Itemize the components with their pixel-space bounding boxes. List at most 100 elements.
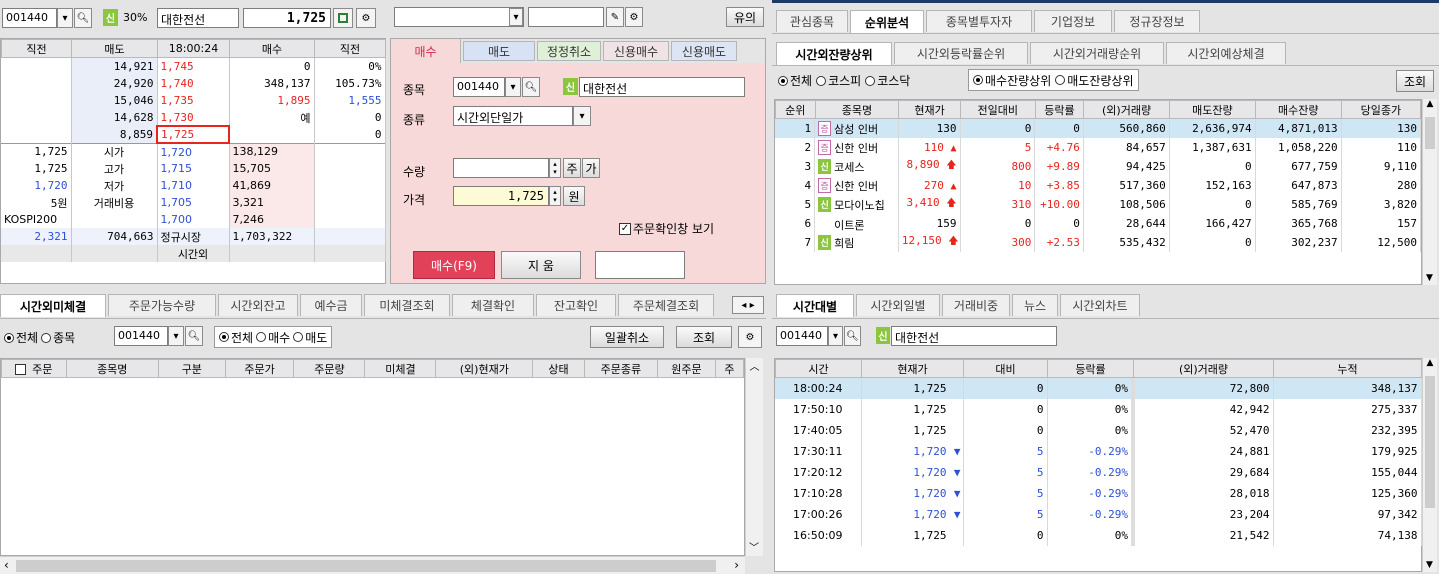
ranking-query-button[interactable]: 조회 bbox=[1396, 70, 1434, 92]
tab-unfilled-4[interactable]: 미체결조회 bbox=[364, 294, 450, 316]
timeline-row[interactable]: 17:10:28 1,720 ▼ 5 -0.29% 28,018 125,360 bbox=[775, 483, 1422, 504]
dropdown-arrow-icon[interactable]: ▾ bbox=[505, 77, 521, 97]
password-input[interactable] bbox=[528, 7, 604, 27]
unfilled-side-filter[interactable]: 전체 매수 매도 bbox=[214, 326, 333, 348]
radio-icon[interactable] bbox=[778, 75, 788, 86]
ranking-row[interactable]: 6 이트론 159 0 0 28,644 166,427 365,768 157 bbox=[775, 214, 1422, 233]
tab-unfilled-1[interactable]: 주문가능수량 bbox=[108, 294, 216, 316]
timeline-row[interactable]: 17:40:05 1,725 0 0% 52,470 232,395 bbox=[775, 420, 1422, 441]
ranking-col-7[interactable]: 매수잔량 bbox=[1254, 100, 1342, 119]
timeline-col-3[interactable]: 등락률 bbox=[1047, 359, 1134, 378]
unfilled-col-4[interactable]: 주문량 bbox=[293, 359, 366, 378]
tab-unfilled-3[interactable]: 예수금 bbox=[300, 294, 362, 316]
ranking-col-8[interactable]: 당일종가 bbox=[1340, 100, 1422, 119]
ranking-col-1[interactable]: 종목명 bbox=[814, 100, 900, 119]
unfilled-col-10[interactable]: 주 bbox=[714, 359, 745, 378]
tab-unfilled-2[interactable]: 시간외잔고 bbox=[218, 294, 298, 316]
ranking-scrollbar[interactable]: ▲ ▼ bbox=[1422, 99, 1437, 285]
select-all-checkbox[interactable] bbox=[15, 364, 27, 375]
radio-icon[interactable] bbox=[865, 75, 876, 86]
cancel-all-button[interactable]: 일괄취소 bbox=[590, 326, 664, 348]
gear-icon[interactable]: ⚙ bbox=[625, 7, 643, 27]
ranking-row[interactable]: 3 신 코세스 8,890 🡅 800 +9.89 94,425 0 677,759 9,110 bbox=[775, 157, 1422, 176]
dropdown-arrow-icon[interactable]: ▾ bbox=[168, 326, 184, 346]
radio-icon[interactable] bbox=[293, 332, 304, 342]
radio-icon[interactable] bbox=[973, 75, 983, 85]
ranking-row[interactable]: 2 증 신한 인버 110 ▲ 5 +4.76 84,657 1,387,631 1,058,2… bbox=[775, 138, 1422, 157]
ranking-col-0[interactable]: 순위 bbox=[775, 100, 816, 119]
unfilled-filter[interactable]: 전체 종목 bbox=[4, 329, 75, 346]
scroll-left-icon[interactable]: ‹ bbox=[4, 558, 9, 572]
unfilled-hscroll[interactable]: ‹ › bbox=[0, 556, 745, 574]
price-input[interactable]: 1,725 bbox=[453, 186, 549, 206]
gear-icon[interactable]: ⚙ bbox=[738, 326, 762, 348]
unfilled-code-input[interactable]: 001440 bbox=[114, 326, 168, 346]
dropdown-arrow-icon[interactable]: ▾ bbox=[828, 326, 843, 346]
tab-sell[interactable]: 매도 bbox=[463, 41, 535, 61]
tab-unfilled-7[interactable]: 주문체결조회 bbox=[618, 294, 714, 316]
timeline-row[interactable]: 17:50:10 1,725 0 0% 42,942 275,337 bbox=[775, 399, 1422, 420]
tab-ranking-sub-0[interactable]: 시간외잔량상위 bbox=[776, 42, 892, 65]
scroll-up-icon[interactable]: ︿ bbox=[746, 358, 763, 373]
scroll-down-icon[interactable]: ▼ bbox=[1423, 560, 1436, 570]
timeline-row[interactable]: 17:20:12 1,720 ▼ 5 -0.29% 29,684 155,044 bbox=[775, 462, 1422, 483]
timeline-col-2[interactable]: 대비 bbox=[963, 359, 1048, 378]
tab-unfilled-6[interactable]: 잔고확인 bbox=[536, 294, 616, 316]
tab-buy[interactable]: 매수 bbox=[391, 39, 461, 63]
tab-scroll-icon[interactable]: ◂ ▸ bbox=[732, 296, 764, 314]
clear-button[interactable]: 지 움 bbox=[501, 251, 581, 279]
timeline-row[interactable]: 17:30:11 1,720 ▼ 5 -0.29% 24,881 179,925 bbox=[775, 441, 1422, 462]
order-code-input[interactable]: 001440 bbox=[453, 77, 505, 97]
unfilled-col-5[interactable]: 미체결 bbox=[364, 359, 437, 378]
timeline-col-0[interactable]: 시간 bbox=[775, 359, 862, 378]
tab-modify-cancel[interactable]: 정정취소 bbox=[537, 41, 601, 61]
ranking-row[interactable]: 7 신 희림 12,150 🡅 300 +2.53 535,432 0 302,237 12,50… bbox=[775, 233, 1422, 252]
timeline-col-1[interactable]: 현재가 bbox=[861, 359, 964, 378]
tab-ranking-top-0[interactable]: 관심종목 bbox=[776, 10, 848, 32]
unfilled-col-8[interactable]: 주문종류 bbox=[583, 359, 658, 378]
tab-credit-buy[interactable]: 신용매수 bbox=[603, 41, 669, 61]
radio-icon[interactable] bbox=[41, 332, 52, 343]
scroll-up-icon[interactable]: ▲ bbox=[1423, 358, 1437, 368]
search-icon[interactable]: 🔍︎ bbox=[844, 326, 861, 346]
ranking-col-3[interactable]: 전일대비 bbox=[959, 100, 1036, 119]
radio-icon[interactable] bbox=[816, 75, 827, 86]
unfilled-col-1[interactable]: 종목명 bbox=[65, 359, 159, 378]
tab-timeline-4[interactable]: 시간외차트 bbox=[1060, 294, 1140, 316]
radio-icon[interactable] bbox=[219, 332, 229, 342]
unfilled-col-0[interactable]: 주문 bbox=[1, 359, 67, 378]
quantity-input[interactable] bbox=[453, 158, 549, 178]
tab-timeline-0[interactable]: 시간대별 bbox=[776, 294, 854, 317]
buy-button[interactable]: 매수(F9) bbox=[413, 251, 495, 279]
ranking-col-5[interactable]: (외)거래량 bbox=[1083, 100, 1170, 119]
order-type-select[interactable]: 시간외단일가 bbox=[453, 106, 573, 126]
ranking-col-4[interactable]: 등락률 bbox=[1034, 100, 1085, 119]
ranking-col-6[interactable]: 매도잔량 bbox=[1168, 100, 1256, 119]
tab-timeline-1[interactable]: 시간외일별 bbox=[856, 294, 940, 316]
quantity-stepper[interactable]: ▴ ▾ bbox=[549, 158, 561, 178]
qty-unit-button[interactable]: 주 bbox=[563, 158, 581, 178]
price-unit-button[interactable]: 원 bbox=[563, 186, 585, 206]
caution-button[interactable]: 유의 bbox=[726, 7, 764, 27]
tab-unfilled-0[interactable]: 시간외미체결 bbox=[0, 294, 106, 317]
radio-icon[interactable] bbox=[1055, 75, 1066, 85]
price-stepper[interactable]: ▴ ▾ bbox=[549, 186, 561, 206]
balance-mode-filter[interactable]: 매수잔량상위 매도잔량상위 bbox=[968, 69, 1139, 91]
search-icon[interactable]: 🔍︎ bbox=[74, 8, 92, 28]
gear-icon[interactable]: ⚙ bbox=[356, 8, 376, 28]
scroll-down-icon[interactable]: ﹀ bbox=[746, 539, 762, 554]
unfilled-col-9[interactable]: 원주문 bbox=[656, 359, 716, 378]
scroll-down-icon[interactable]: ▼ bbox=[1423, 273, 1436, 283]
edit-icon[interactable]: ✎ bbox=[606, 7, 624, 27]
scroll-right-icon[interactable]: › bbox=[734, 558, 739, 572]
unfilled-col-7[interactable]: 상태 bbox=[532, 359, 585, 378]
account-select[interactable] bbox=[394, 7, 524, 27]
tab-ranking-sub-1[interactable]: 시간외등락률순위 bbox=[894, 42, 1028, 64]
scroll-up-icon[interactable]: ▲ bbox=[1423, 99, 1437, 109]
ranking-col-2[interactable]: 현재가 bbox=[898, 100, 961, 119]
market-filter[interactable]: 전체 코스피 코스닥 bbox=[778, 72, 910, 89]
tab-unfilled-5[interactable]: 체결확인 bbox=[452, 294, 534, 316]
unfilled-col-3[interactable]: 주문가 bbox=[224, 359, 295, 378]
radio-icon[interactable] bbox=[4, 332, 14, 343]
stock-code-input[interactable]: 001440 bbox=[2, 8, 57, 28]
